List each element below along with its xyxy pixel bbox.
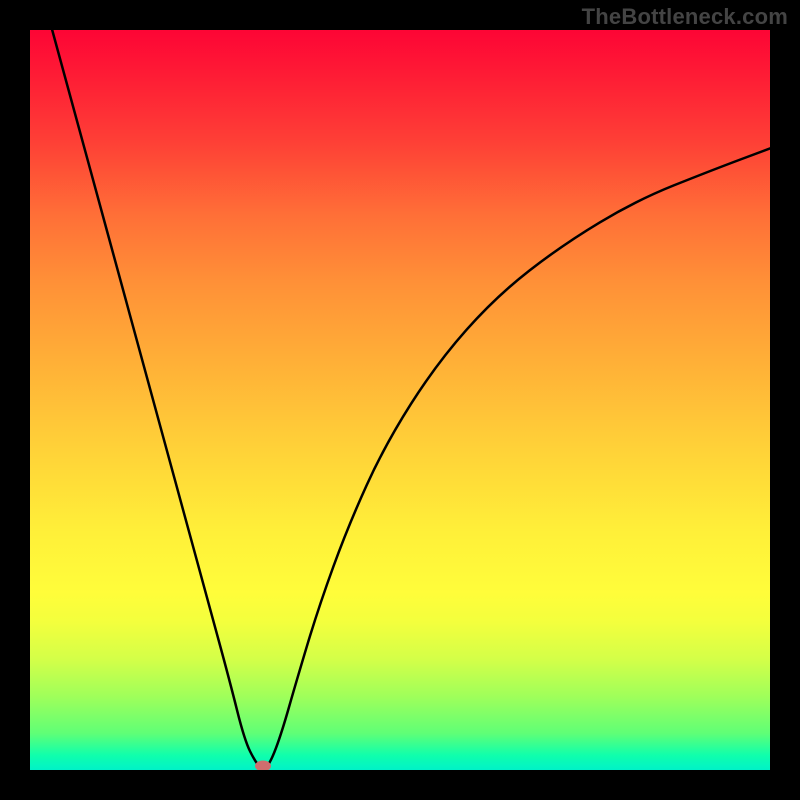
curve-path — [52, 30, 770, 768]
optimum-marker — [255, 761, 271, 770]
bottleneck-curve — [30, 30, 770, 770]
chart-frame: TheBottleneck.com — [0, 0, 800, 800]
plot-area — [30, 30, 770, 770]
watermark-text: TheBottleneck.com — [582, 4, 788, 30]
